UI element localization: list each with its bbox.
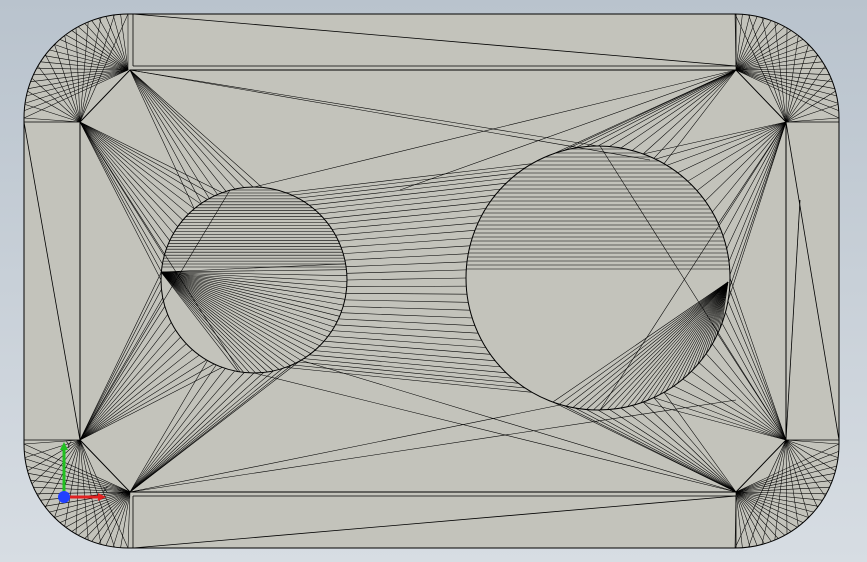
mesh-model-view[interactable]: X Y (0, 0, 867, 562)
triad-y-label: Y (65, 441, 72, 451)
triad-z-axis (58, 491, 70, 503)
triad-x-label: X (102, 486, 108, 496)
cad-viewport[interactable]: X Y (0, 0, 867, 562)
